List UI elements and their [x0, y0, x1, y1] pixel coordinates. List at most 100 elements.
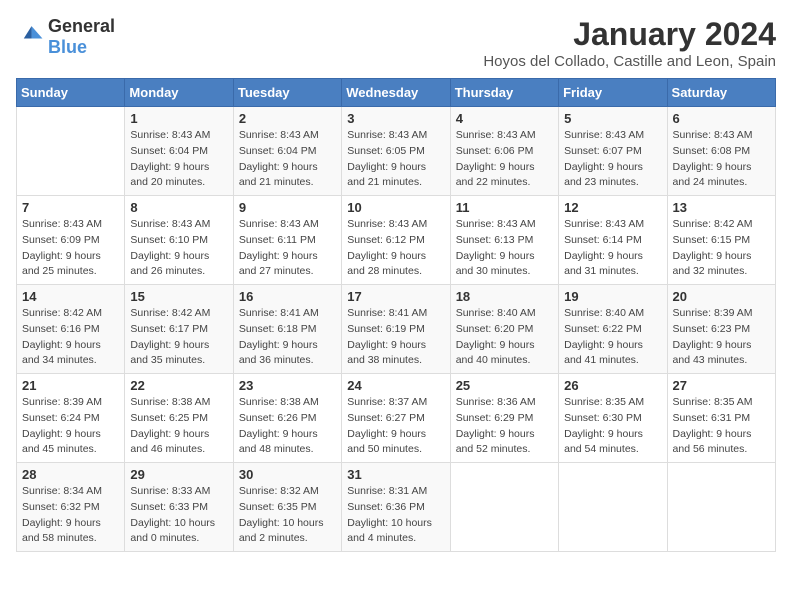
calendar-cell: 28 Sunrise: 8:34 AMSunset: 6:32 PMDaylig…: [17, 463, 125, 552]
day-info: Sunrise: 8:43 AMSunset: 6:10 PMDaylight:…: [130, 218, 210, 277]
day-number: 14: [22, 289, 119, 304]
day-number: 6: [673, 111, 770, 126]
day-info: Sunrise: 8:43 AMSunset: 6:08 PMDaylight:…: [673, 129, 753, 188]
day-number: 28: [22, 467, 119, 482]
day-info: Sunrise: 8:40 AMSunset: 6:20 PMDaylight:…: [456, 307, 536, 366]
calendar-week-row: 28 Sunrise: 8:34 AMSunset: 6:32 PMDaylig…: [17, 463, 776, 552]
calendar-cell: 23 Sunrise: 8:38 AMSunset: 6:26 PMDaylig…: [233, 374, 341, 463]
day-number: 5: [564, 111, 661, 126]
day-number: 7: [22, 200, 119, 215]
day-info: Sunrise: 8:43 AMSunset: 6:05 PMDaylight:…: [347, 129, 427, 188]
day-info: Sunrise: 8:42 AMSunset: 6:16 PMDaylight:…: [22, 307, 102, 366]
calendar-cell: 17 Sunrise: 8:41 AMSunset: 6:19 PMDaylig…: [342, 285, 450, 374]
day-info: Sunrise: 8:40 AMSunset: 6:22 PMDaylight:…: [564, 307, 644, 366]
day-number: 2: [239, 111, 336, 126]
header-tuesday: Tuesday: [233, 79, 341, 107]
calendar-cell: 18 Sunrise: 8:40 AMSunset: 6:20 PMDaylig…: [450, 285, 558, 374]
logo-icon: [16, 23, 44, 51]
day-number: 8: [130, 200, 227, 215]
calendar-cell: 7 Sunrise: 8:43 AMSunset: 6:09 PMDayligh…: [17, 196, 125, 285]
day-number: 19: [564, 289, 661, 304]
calendar-cell: 3 Sunrise: 8:43 AMSunset: 6:05 PMDayligh…: [342, 107, 450, 196]
day-info: Sunrise: 8:43 AMSunset: 6:04 PMDaylight:…: [130, 129, 210, 188]
month-year-title: January 2024: [483, 16, 776, 53]
calendar-cell: 6 Sunrise: 8:43 AMSunset: 6:08 PMDayligh…: [667, 107, 775, 196]
day-info: Sunrise: 8:38 AMSunset: 6:26 PMDaylight:…: [239, 396, 319, 455]
day-number: 3: [347, 111, 444, 126]
calendar-cell: [450, 463, 558, 552]
page-header: General Blue January 2024 Hoyos del Coll…: [16, 16, 776, 70]
logo: General Blue: [16, 16, 115, 58]
calendar-week-row: 1 Sunrise: 8:43 AMSunset: 6:04 PMDayligh…: [17, 107, 776, 196]
day-info: Sunrise: 8:42 AMSunset: 6:17 PMDaylight:…: [130, 307, 210, 366]
calendar-cell: 10 Sunrise: 8:43 AMSunset: 6:12 PMDaylig…: [342, 196, 450, 285]
day-number: 4: [456, 111, 553, 126]
day-number: 25: [456, 378, 553, 393]
header-wednesday: Wednesday: [342, 79, 450, 107]
calendar-cell: 12 Sunrise: 8:43 AMSunset: 6:14 PMDaylig…: [559, 196, 667, 285]
day-number: 16: [239, 289, 336, 304]
day-number: 9: [239, 200, 336, 215]
location-subtitle: Hoyos del Collado, Castille and Leon, Sp…: [483, 53, 776, 70]
day-number: 20: [673, 289, 770, 304]
day-number: 10: [347, 200, 444, 215]
day-info: Sunrise: 8:31 AMSunset: 6:36 PMDaylight:…: [347, 485, 432, 544]
calendar-cell: 30 Sunrise: 8:32 AMSunset: 6:35 PMDaylig…: [233, 463, 341, 552]
day-info: Sunrise: 8:37 AMSunset: 6:27 PMDaylight:…: [347, 396, 427, 455]
calendar-cell: 8 Sunrise: 8:43 AMSunset: 6:10 PMDayligh…: [125, 196, 233, 285]
calendar-cell: [667, 463, 775, 552]
calendar-cell: [559, 463, 667, 552]
day-number: 18: [456, 289, 553, 304]
calendar-cell: 26 Sunrise: 8:35 AMSunset: 6:30 PMDaylig…: [559, 374, 667, 463]
calendar-cell: 16 Sunrise: 8:41 AMSunset: 6:18 PMDaylig…: [233, 285, 341, 374]
calendar-cell: 9 Sunrise: 8:43 AMSunset: 6:11 PMDayligh…: [233, 196, 341, 285]
day-info: Sunrise: 8:38 AMSunset: 6:25 PMDaylight:…: [130, 396, 210, 455]
calendar-week-row: 7 Sunrise: 8:43 AMSunset: 6:09 PMDayligh…: [17, 196, 776, 285]
day-number: 21: [22, 378, 119, 393]
header-sunday: Sunday: [17, 79, 125, 107]
day-info: Sunrise: 8:43 AMSunset: 6:13 PMDaylight:…: [456, 218, 536, 277]
day-info: Sunrise: 8:43 AMSunset: 6:09 PMDaylight:…: [22, 218, 102, 277]
calendar-cell: 5 Sunrise: 8:43 AMSunset: 6:07 PMDayligh…: [559, 107, 667, 196]
day-info: Sunrise: 8:43 AMSunset: 6:11 PMDaylight:…: [239, 218, 319, 277]
day-number: 30: [239, 467, 336, 482]
calendar-cell: 21 Sunrise: 8:39 AMSunset: 6:24 PMDaylig…: [17, 374, 125, 463]
day-number: 27: [673, 378, 770, 393]
calendar-cell: 4 Sunrise: 8:43 AMSunset: 6:06 PMDayligh…: [450, 107, 558, 196]
day-info: Sunrise: 8:41 AMSunset: 6:18 PMDaylight:…: [239, 307, 319, 366]
day-number: 17: [347, 289, 444, 304]
day-info: Sunrise: 8:42 AMSunset: 6:15 PMDaylight:…: [673, 218, 753, 277]
calendar-cell: [17, 107, 125, 196]
calendar-cell: 11 Sunrise: 8:43 AMSunset: 6:13 PMDaylig…: [450, 196, 558, 285]
day-info: Sunrise: 8:41 AMSunset: 6:19 PMDaylight:…: [347, 307, 427, 366]
calendar-cell: 14 Sunrise: 8:42 AMSunset: 6:16 PMDaylig…: [17, 285, 125, 374]
day-number: 22: [130, 378, 227, 393]
day-number: 12: [564, 200, 661, 215]
calendar-cell: 22 Sunrise: 8:38 AMSunset: 6:25 PMDaylig…: [125, 374, 233, 463]
day-number: 15: [130, 289, 227, 304]
day-info: Sunrise: 8:43 AMSunset: 6:04 PMDaylight:…: [239, 129, 319, 188]
day-number: 31: [347, 467, 444, 482]
calendar-cell: 31 Sunrise: 8:31 AMSunset: 6:36 PMDaylig…: [342, 463, 450, 552]
day-number: 1: [130, 111, 227, 126]
header-thursday: Thursday: [450, 79, 558, 107]
day-info: Sunrise: 8:35 AMSunset: 6:30 PMDaylight:…: [564, 396, 644, 455]
calendar-cell: 27 Sunrise: 8:35 AMSunset: 6:31 PMDaylig…: [667, 374, 775, 463]
calendar-cell: 15 Sunrise: 8:42 AMSunset: 6:17 PMDaylig…: [125, 285, 233, 374]
header-friday: Friday: [559, 79, 667, 107]
calendar-cell: 2 Sunrise: 8:43 AMSunset: 6:04 PMDayligh…: [233, 107, 341, 196]
day-info: Sunrise: 8:33 AMSunset: 6:33 PMDaylight:…: [130, 485, 215, 544]
calendar-table: Sunday Monday Tuesday Wednesday Thursday…: [16, 78, 776, 552]
calendar-cell: 13 Sunrise: 8:42 AMSunset: 6:15 PMDaylig…: [667, 196, 775, 285]
day-info: Sunrise: 8:35 AMSunset: 6:31 PMDaylight:…: [673, 396, 753, 455]
calendar-cell: 25 Sunrise: 8:36 AMSunset: 6:29 PMDaylig…: [450, 374, 558, 463]
logo-text: General Blue: [48, 16, 115, 58]
day-info: Sunrise: 8:43 AMSunset: 6:07 PMDaylight:…: [564, 129, 644, 188]
day-info: Sunrise: 8:39 AMSunset: 6:24 PMDaylight:…: [22, 396, 102, 455]
calendar-week-row: 14 Sunrise: 8:42 AMSunset: 6:16 PMDaylig…: [17, 285, 776, 374]
day-info: Sunrise: 8:32 AMSunset: 6:35 PMDaylight:…: [239, 485, 324, 544]
day-number: 13: [673, 200, 770, 215]
calendar-cell: 24 Sunrise: 8:37 AMSunset: 6:27 PMDaylig…: [342, 374, 450, 463]
day-info: Sunrise: 8:43 AMSunset: 6:14 PMDaylight:…: [564, 218, 644, 277]
title-block: January 2024 Hoyos del Collado, Castille…: [483, 16, 776, 70]
